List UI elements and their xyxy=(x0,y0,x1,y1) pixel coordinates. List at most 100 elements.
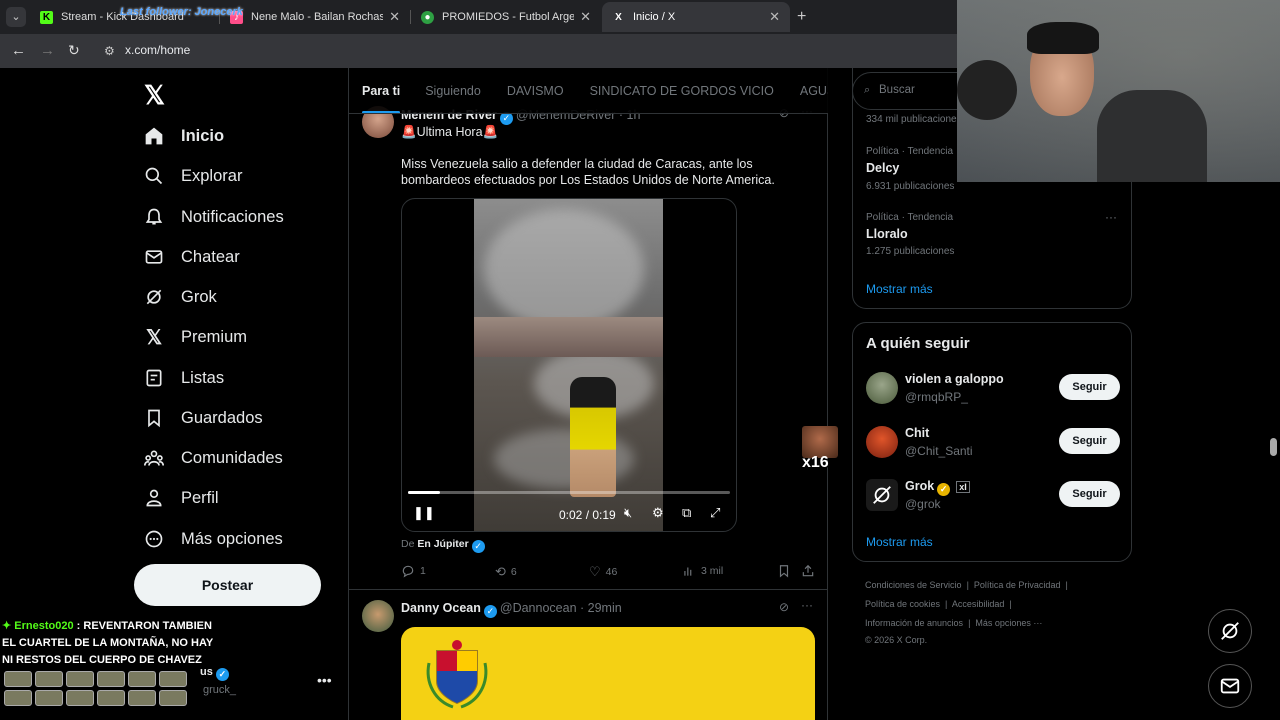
tweet-image[interactable] xyxy=(401,627,815,720)
nav-item-perfil[interactable]: Perfil xyxy=(144,488,219,508)
chat-emote-row xyxy=(4,671,187,687)
tab-sindicato[interactable]: SINDICATO DE GORDOS VICIO xyxy=(590,68,774,113)
back-arrow-icon[interactable]: ← xyxy=(11,42,26,59)
reload-icon[interactable]: ↻ xyxy=(68,42,80,59)
nav-item-grok[interactable]: Grok xyxy=(144,287,217,307)
show-more-follow[interactable]: Mostrar más xyxy=(866,535,933,549)
video-progress-fill xyxy=(408,491,441,494)
footer-links: Información de anuncios | Más opciones ·… xyxy=(865,618,1043,628)
follow-suggestion[interactable]: violen a galoppo @rmqbRP_ Seguir xyxy=(866,372,1120,412)
footer-link[interactable]: Política de Privacidad xyxy=(974,580,1061,590)
video-player[interactable]: ❚❚ 0:02 / 0:19 🔇︎ ⚙ ⧉ ⤢ xyxy=(401,198,737,532)
nav-item-premium[interactable]: 𝕏 Premium xyxy=(144,327,247,349)
avatar[interactable] xyxy=(866,426,898,458)
share-icon[interactable] xyxy=(801,564,820,578)
footer-link[interactable]: Accesibilidad xyxy=(952,599,1005,609)
emote-icon xyxy=(97,690,125,706)
site-settings-icon[interactable]: ⚙ xyxy=(104,44,115,58)
browser-tab-music[interactable]: ♪ Nene Malo - Bailan Rochas Y Ch ✕ xyxy=(220,2,410,32)
source-account[interactable]: En Júpiter xyxy=(417,538,468,550)
repost-button[interactable]: ⟲ 6 xyxy=(495,564,517,580)
footer-link[interactable]: Política de cookies xyxy=(865,599,940,609)
forward-arrow-icon[interactable]: → xyxy=(40,42,55,59)
footer-links: Condiciones de Servicio | Política de Pr… xyxy=(865,580,1068,590)
trend-count: 6.931 publicaciones xyxy=(866,181,955,192)
author-handle[interactable]: @Dannocean · 29min xyxy=(500,601,622,615)
browser-tab-promiedos[interactable]: ● PROMIEDOS - Futbol Argentino ✕ xyxy=(411,2,601,32)
nav-item-listas[interactable]: Listas xyxy=(144,368,224,388)
post-button[interactable]: Postear xyxy=(134,564,321,606)
messages-float-button[interactable] xyxy=(1208,664,1252,708)
emote-icon xyxy=(66,671,94,687)
tab-search-button[interactable]: ⌄ xyxy=(6,7,26,27)
tab-para-ti[interactable]: Para ti xyxy=(362,68,401,113)
nav-item-notificaciones[interactable]: Notificaciones xyxy=(144,207,284,227)
chat-line: EL CUARTEL DE LA MONTAÑA, NO HAY xyxy=(2,637,214,649)
grok-float-button[interactable] xyxy=(1208,609,1252,653)
tab-siguiendo[interactable]: Siguiendo xyxy=(425,68,481,113)
like-button[interactable]: ♡ 46 xyxy=(589,564,617,580)
tweet-headline: 🚨Ultima Hora🚨 xyxy=(401,125,499,139)
reply-button[interactable]: 1 xyxy=(401,564,426,578)
tab-davismo[interactable]: DAVISMO xyxy=(507,68,564,113)
author-name[interactable]: Danny Ocean xyxy=(401,601,481,615)
address-bar[interactable]: x.com/home xyxy=(125,43,190,57)
close-icon[interactable]: ✕ xyxy=(580,9,591,25)
mute-icon[interactable]: 🔇︎ xyxy=(624,505,632,521)
video-frame xyxy=(474,199,663,531)
nav-item-guardados[interactable]: Guardados xyxy=(144,408,263,428)
suggestion-name: Chit xyxy=(905,426,930,440)
tab-aguseti[interactable]: AGUSETI xyxy=(800,68,828,113)
settings-icon[interactable]: ⚙ xyxy=(652,505,664,521)
follow-button[interactable]: Seguir xyxy=(1059,374,1120,400)
avatar[interactable] xyxy=(866,372,898,404)
trend-name: Delcy xyxy=(866,161,900,175)
timeline: Para ti Siguiendo DAVISMO SINDICATO DE G… xyxy=(348,68,828,720)
follow-button[interactable]: Seguir xyxy=(1059,481,1120,507)
avatar[interactable] xyxy=(866,479,898,511)
footer-links: Política de cookies | Accesibilidad | xyxy=(865,599,1012,609)
pause-icon[interactable]: ❚❚ xyxy=(413,505,435,521)
emote-overlay: x16 xyxy=(802,426,838,472)
page-scrollbar[interactable] xyxy=(1270,438,1277,456)
person-figure xyxy=(570,377,616,497)
more-icon[interactable]: ··· xyxy=(801,598,813,612)
microphone xyxy=(957,60,1017,120)
footer-link[interactable]: Condiciones de Servicio xyxy=(865,580,962,590)
nav-item-chatear[interactable]: Chatear xyxy=(144,247,240,267)
grok-icon[interactable]: ⊘ xyxy=(779,600,789,614)
new-tab-button[interactable]: + xyxy=(797,8,806,26)
trend-category: Política · Tendencia xyxy=(866,146,954,157)
views-button[interactable]: 3 mil xyxy=(682,564,723,578)
footer-link[interactable]: Más opciones ··· xyxy=(975,618,1042,628)
bookmark-icon[interactable] xyxy=(777,564,796,578)
browser-tab-x[interactable]: X Inicio / X ✕ xyxy=(602,2,790,32)
account-name[interactable]: us ✓ xyxy=(200,666,232,681)
footer-link[interactable]: Información de anuncios xyxy=(865,618,963,628)
fullscreen-icon[interactable]: ⤢ xyxy=(710,505,720,521)
follow-button[interactable]: Seguir xyxy=(1059,428,1120,454)
nav-item-comunidades[interactable]: Comunidades xyxy=(144,448,283,468)
show-more-trends[interactable]: Mostrar más xyxy=(866,282,933,296)
x-logo-icon[interactable]: 𝕏 xyxy=(144,80,165,111)
home-icon xyxy=(144,126,164,146)
close-icon[interactable]: ✕ xyxy=(389,9,400,25)
video-progress-bar[interactable] xyxy=(408,491,730,494)
suggestion-handle: @rmqbRP_ xyxy=(905,390,968,404)
pip-icon[interactable]: ⧉ xyxy=(682,505,691,521)
avatar[interactable] xyxy=(362,600,394,632)
nav-item-mas-opciones[interactable]: Más opciones xyxy=(144,529,283,549)
follow-suggestion[interactable]: Grok ✓ xI @grok Seguir xyxy=(866,479,1120,519)
chat-emote-row xyxy=(4,690,187,706)
more-icon[interactable]: ··· xyxy=(1105,210,1117,224)
suggestion-name: Grok ✓ xI xyxy=(905,479,970,496)
follow-suggestion[interactable]: Chit @Chit_Santi Seguir xyxy=(866,426,1120,466)
close-icon[interactable]: ✕ xyxy=(769,9,780,25)
who-to-follow-card: A quién seguir violen a galoppo @rmqbRP_… xyxy=(852,322,1132,562)
nav-item-explorar[interactable]: Explorar xyxy=(144,166,242,186)
verified-gold-icon: ✓ xyxy=(937,483,951,496)
promiedos-icon: ● xyxy=(421,10,434,24)
account-more-icon[interactable]: ••• xyxy=(317,672,332,688)
who-to-follow-title: A quién seguir xyxy=(866,335,970,352)
nav-item-inicio[interactable]: Inicio xyxy=(144,126,224,146)
